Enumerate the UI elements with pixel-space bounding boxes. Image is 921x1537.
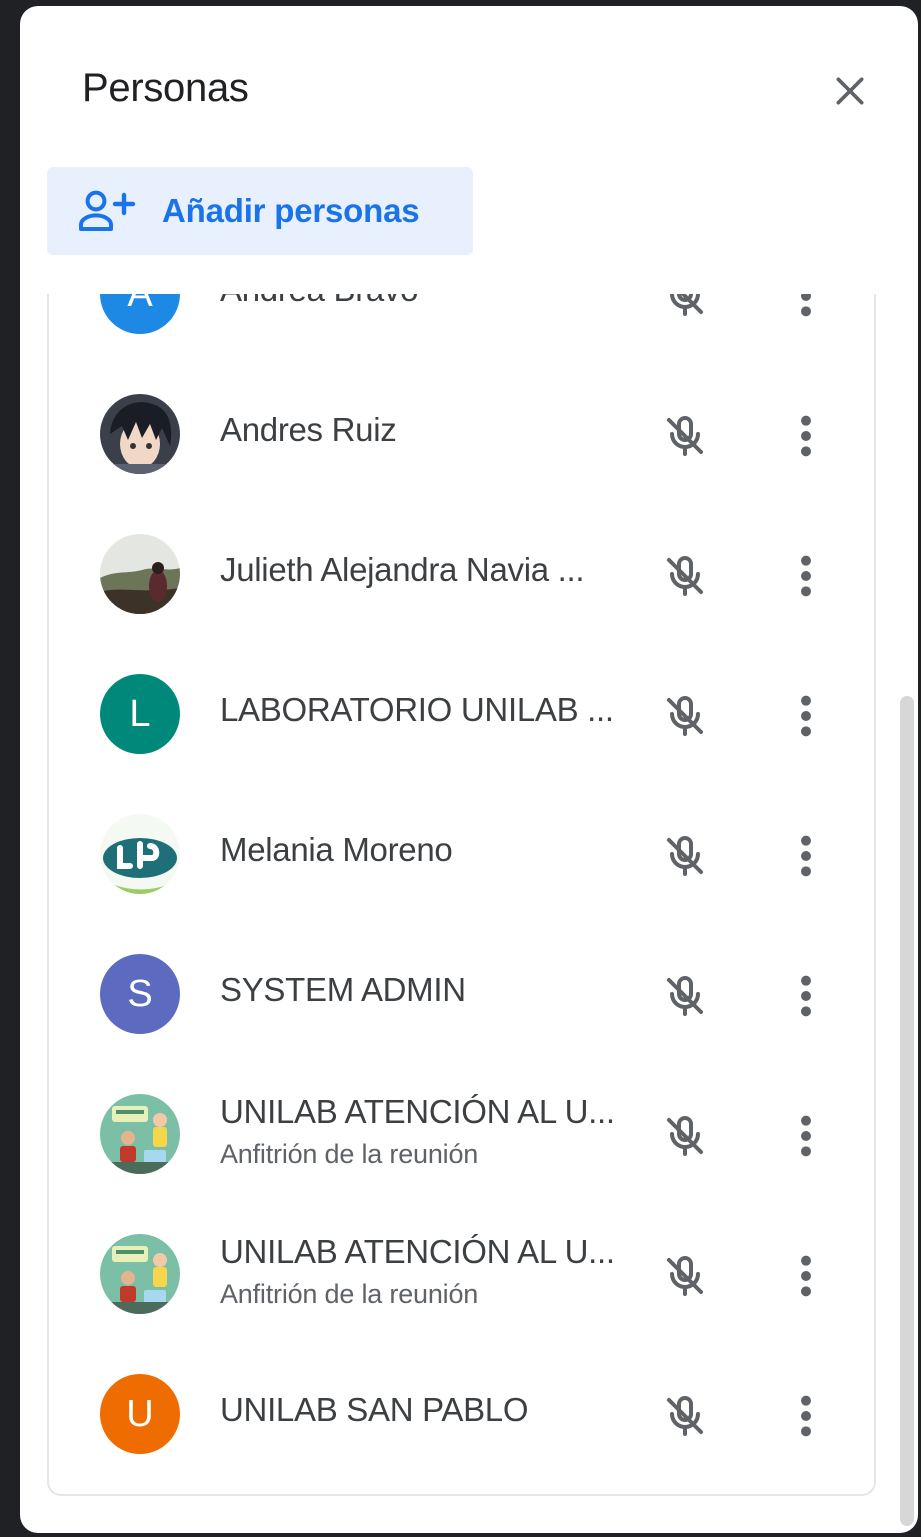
more-vert-icon[interactable] (786, 1248, 826, 1304)
participant-name: Melania Moreno (220, 831, 453, 868)
avatar: U (100, 1374, 180, 1454)
participant-name: UNILAB ATENCIÓN AL U... (220, 1093, 615, 1130)
mic-off-icon[interactable] (657, 1388, 713, 1444)
mic-off-icon[interactable] (657, 1108, 713, 1164)
mic-off-icon[interactable] (657, 294, 713, 324)
participant-row[interactable]: L LABORATORIO UNILAB ... (49, 644, 874, 784)
more-vert-icon[interactable] (786, 408, 826, 464)
add-people-button[interactable]: Añadir personas (47, 167, 473, 255)
more-vert-icon[interactable] (786, 1388, 826, 1444)
participant-name: LABORATORIO UNILAB ... (220, 691, 614, 728)
people-panel: Personas Añadir personas A Andrea Bravo An… (20, 6, 918, 1533)
participant-name: Julieth Alejandra Navia ... (220, 551, 585, 588)
avatar: S (100, 954, 180, 1034)
mic-off-icon[interactable] (657, 968, 713, 1024)
avatar (100, 534, 180, 614)
close-icon (836, 77, 864, 105)
avatar (100, 1234, 180, 1314)
mic-off-icon[interactable] (657, 828, 713, 884)
add-people-label: Añadir personas (162, 192, 420, 229)
participants-list[interactable]: A Andrea Bravo Andres Ruiz Julieth Alejandr… (47, 294, 876, 1496)
more-vert-icon[interactable] (786, 968, 826, 1024)
mic-off-icon[interactable] (657, 1248, 713, 1304)
participant-row[interactable]: U UNILAB SAN PABLO (49, 1344, 874, 1484)
participant-name: Andrea Bravo (220, 294, 630, 309)
avatar-initial: L (129, 692, 151, 735)
participant-row[interactable]: Melania Moreno (49, 784, 874, 924)
participant-name: UNILAB SAN PABLO (220, 1391, 529, 1428)
avatar (100, 1094, 180, 1174)
participant-name: SYSTEM ADMIN (220, 971, 466, 1008)
more-vert-icon[interactable] (786, 294, 826, 324)
participant-name: UNILAB ATENCIÓN AL U... (220, 1233, 615, 1270)
avatar-initial: S (127, 972, 153, 1015)
participant-role: Anfitrión de la reunión (220, 1139, 479, 1169)
participant-row[interactable]: Andres Ruiz (49, 364, 874, 504)
scrollbar-thumb[interactable] (900, 696, 914, 1526)
avatar: A (100, 294, 180, 334)
avatar: L (100, 674, 180, 754)
mic-off-icon[interactable] (657, 548, 713, 604)
more-vert-icon[interactable] (786, 1108, 826, 1164)
close-button[interactable] (820, 61, 880, 121)
participant-row[interactable]: A Andrea Bravo (49, 294, 874, 364)
avatar-initial: U (126, 1392, 154, 1435)
more-vert-icon[interactable] (786, 548, 826, 604)
panel-title: Personas (82, 66, 249, 110)
avatar-initial: A (127, 294, 152, 316)
participant-row[interactable]: UNILAB ATENCIÓN AL U... Anfitrión de la r… (49, 1064, 874, 1204)
more-vert-icon[interactable] (786, 828, 826, 884)
participant-role: Anfitrión de la reunión (220, 1279, 479, 1309)
person-add-icon (78, 187, 138, 235)
avatar (100, 814, 180, 894)
participant-row[interactable]: UNILAB ATENCIÓN AL U... Anfitrión de la r… (49, 1204, 874, 1344)
more-vert-icon[interactable] (786, 688, 826, 744)
participant-name: Andres Ruiz (220, 411, 397, 448)
avatar (100, 394, 180, 474)
participant-row[interactable]: Julieth Alejandra Navia ... (49, 504, 874, 644)
mic-off-icon[interactable] (657, 408, 713, 464)
participant-row[interactable]: S SYSTEM ADMIN (49, 924, 874, 1064)
mic-off-icon[interactable] (657, 688, 713, 744)
